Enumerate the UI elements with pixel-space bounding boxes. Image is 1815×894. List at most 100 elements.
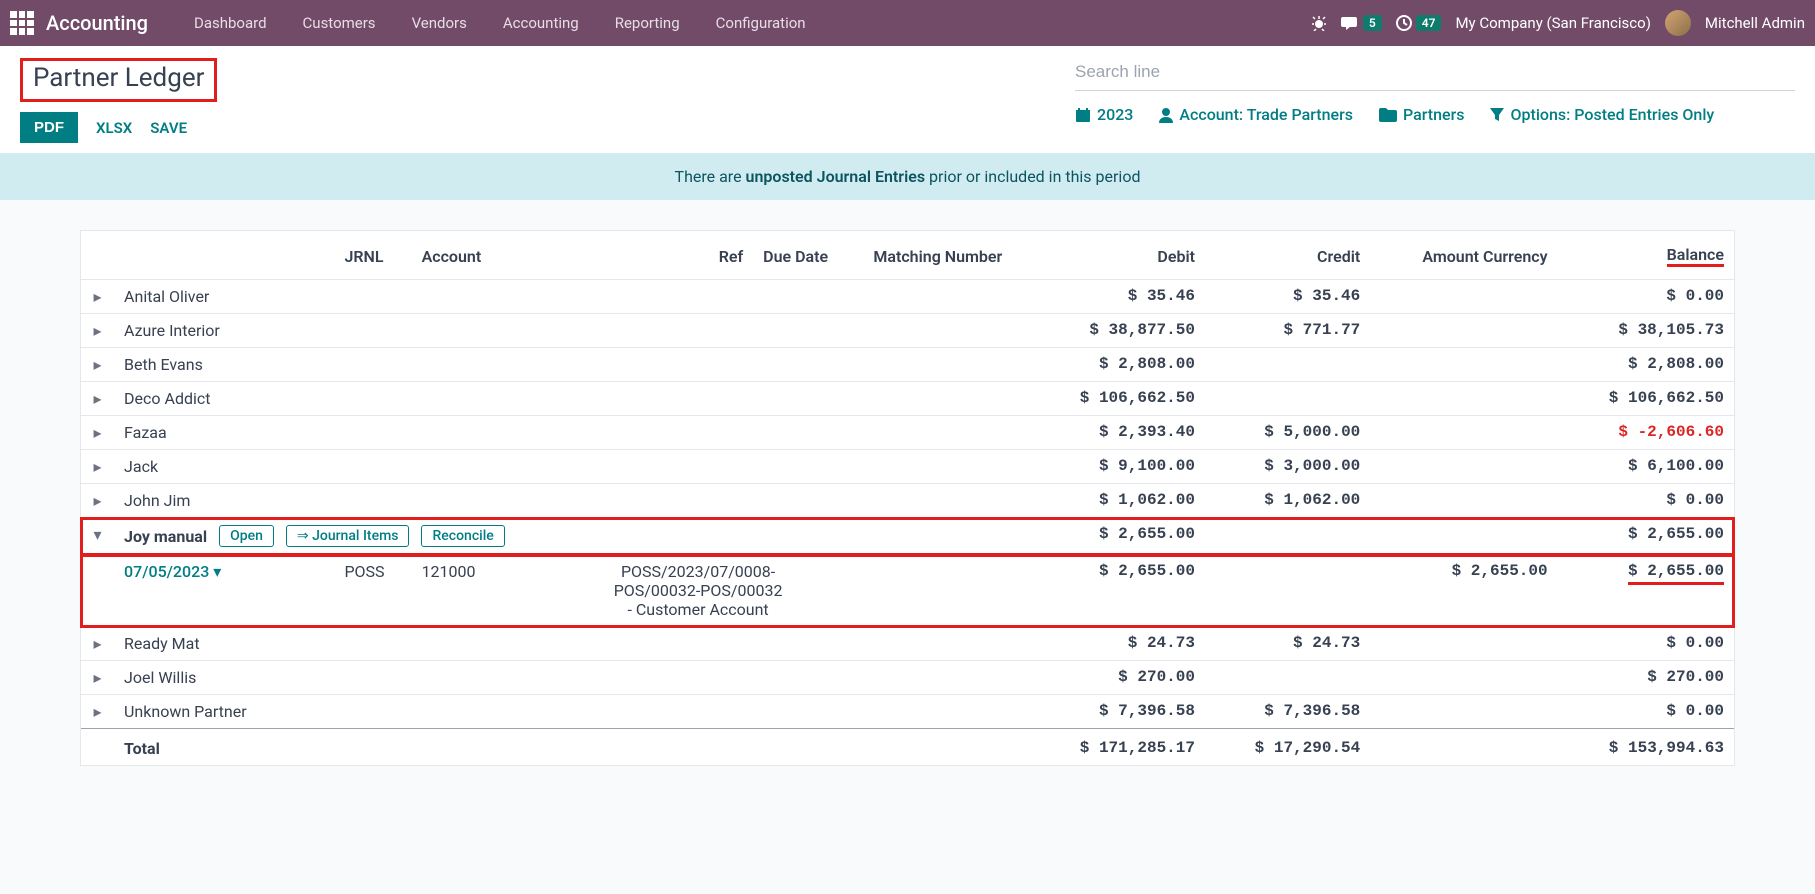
partner-row[interactable]: ▸ John Jim $ 1,062.00 $ 1,062.00 $ 0.00 (81, 484, 1734, 518)
collapse-caret[interactable]: ▾ (81, 518, 114, 555)
ledger-detail-row[interactable]: 07/05/2023 ▾ POSS 121000 POSS/2023/07/00… (81, 555, 1734, 627)
partner-name: Ready Mat (114, 627, 334, 661)
credit-cell: $ 24.73 (1205, 627, 1370, 661)
credit-cell (1205, 518, 1370, 555)
partner-row[interactable]: ▸ Beth Evans $ 2,808.00 $ 2,808.00 (81, 348, 1734, 382)
folder-icon (1379, 108, 1397, 122)
activities-button[interactable]: 47 (1396, 15, 1442, 31)
partner-row[interactable]: ▸ Anital Oliver $ 35.46 $ 35.46 $ 0.00 (81, 280, 1734, 314)
debit-cell: $ 35.46 (1040, 280, 1205, 314)
debit-cell: $ 24.73 (1040, 627, 1205, 661)
total-row: Total $ 171,285.17 $ 17,290.54 $ 153,994… (81, 729, 1734, 766)
save-button[interactable]: SAVE (150, 119, 187, 137)
warning-banner[interactable]: There are unposted Journal Entries prior… (0, 153, 1815, 200)
partner-row[interactable]: ▸ Ready Mat $ 24.73 $ 24.73 $ 0.00 (81, 627, 1734, 661)
partner-row[interactable]: ▸ Joel Willis $ 270.00 $ 270.00 (81, 661, 1734, 695)
balance-cell: $ 106,662.50 (1558, 382, 1734, 416)
entry-ref: POSS/2023/07/0008-POS/00032-POS/00032 - … (533, 555, 864, 627)
credit-cell (1205, 382, 1370, 416)
expand-caret[interactable]: ▸ (81, 314, 114, 348)
filter-date[interactable]: 2023 (1075, 105, 1133, 124)
report-card: JRNL Account Ref Due Date Matching Numbe… (80, 230, 1735, 766)
avatar[interactable] (1665, 10, 1691, 36)
messages-button[interactable]: 5 (1341, 15, 1382, 31)
balance-cell: $ -2,606.60 (1558, 416, 1734, 450)
entry-account: 121000 (412, 555, 533, 627)
partner-row[interactable]: ▸ Fazaa $ 2,393.40 $ 5,000.00 $ -2,606.6… (81, 416, 1734, 450)
search-input[interactable] (1075, 62, 1795, 82)
entry-date[interactable]: 07/05/2023 ▾ (114, 555, 334, 627)
expand-caret[interactable]: ▸ (81, 348, 114, 382)
expand-caret[interactable]: ▸ (81, 695, 114, 729)
partner-row-expanded[interactable]: ▾ Joy manual Open ⇒ Journal Items Reconc… (81, 518, 1734, 555)
partner-row[interactable]: ▸ Deco Addict $ 106,662.50 $ 106,662.50 (81, 382, 1734, 416)
expand-caret[interactable]: ▸ (81, 484, 114, 518)
debit-cell: $ 9,100.00 (1040, 450, 1205, 484)
debit-cell: $ 2,808.00 (1040, 348, 1205, 382)
expand-caret[interactable]: ▸ (81, 661, 114, 695)
open-pill[interactable]: Open (219, 525, 274, 547)
partner-row[interactable]: ▸ Jack $ 9,100.00 $ 3,000.00 $ 6,100.00 (81, 450, 1734, 484)
debit-cell: $ 38,877.50 (1040, 314, 1205, 348)
col-jrnl: JRNL (334, 231, 411, 280)
calendar-icon (1075, 107, 1091, 123)
credit-cell: $ 1,062.00 (1205, 484, 1370, 518)
partner-row[interactable]: ▸ Unknown Partner $ 7,396.58 $ 7,396.58 … (81, 695, 1734, 729)
col-due: Due Date (753, 231, 863, 280)
partner-name: Deco Addict (114, 382, 334, 416)
app-brand[interactable]: Accounting (46, 11, 148, 35)
nav-right: 5 47 My Company (San Francisco) Mitchell… (1311, 10, 1805, 36)
partner-name: Fazaa (114, 416, 334, 450)
page-title: Partner Ledger (33, 63, 204, 93)
credit-cell: $ 35.46 (1205, 280, 1370, 314)
control-panel: Partner Ledger PDF XLSX SAVE 2023 Accoun… (0, 46, 1815, 153)
expand-caret[interactable]: ▸ (81, 627, 114, 661)
journal-items-pill[interactable]: ⇒ Journal Items (286, 525, 410, 547)
col-ref: Ref (533, 231, 753, 280)
apps-icon[interactable] (10, 11, 34, 35)
bug-icon[interactable] (1311, 15, 1327, 31)
filter-account[interactable]: Account: Trade Partners (1159, 105, 1353, 124)
col-account: Account (412, 231, 533, 280)
credit-cell (1205, 348, 1370, 382)
balance-cell: $ 2,655.00 (1558, 555, 1734, 627)
col-match: Matching Number (863, 231, 1039, 280)
reconcile-pill[interactable]: Reconcile (421, 525, 504, 547)
user-menu[interactable]: Mitchell Admin (1705, 14, 1805, 32)
partner-row[interactable]: ▸ Azure Interior $ 38,877.50 $ 771.77 $ … (81, 314, 1734, 348)
credit-cell: $ 7,396.58 (1205, 695, 1370, 729)
balance-cell: $ 0.00 (1558, 280, 1734, 314)
nav-customers[interactable]: Customers (285, 14, 394, 32)
pdf-button[interactable]: PDF (20, 112, 78, 143)
expand-caret[interactable]: ▸ (81, 382, 114, 416)
debit-cell: $ 2,393.40 (1040, 416, 1205, 450)
balance-cell: $ 270.00 (1558, 661, 1734, 695)
activities-badge: 47 (1416, 15, 1442, 31)
balance-cell: $ 0.00 (1558, 695, 1734, 729)
nav-reporting[interactable]: Reporting (597, 14, 698, 32)
person-icon (1159, 107, 1173, 123)
nav-configuration[interactable]: Configuration (698, 14, 824, 32)
credit-cell: $ 5,000.00 (1205, 416, 1370, 450)
total-balance: $ 153,994.63 (1558, 729, 1734, 766)
balance-cell: $ 2,808.00 (1558, 348, 1734, 382)
filter-options[interactable]: Options: Posted Entries Only (1490, 105, 1714, 124)
partner-name: Azure Interior (114, 314, 334, 348)
xlsx-button[interactable]: XLSX (96, 119, 132, 137)
partner-name: Joy manual (124, 527, 207, 546)
credit-cell: $ 771.77 (1205, 314, 1370, 348)
debit-cell: $ 1,062.00 (1040, 484, 1205, 518)
balance-cell: $ 38,105.73 (1558, 314, 1734, 348)
partner-name: Anital Oliver (114, 280, 334, 314)
balance-cell: $ 0.00 (1558, 627, 1734, 661)
filter-partners[interactable]: Partners (1379, 105, 1465, 124)
nav-vendors[interactable]: Vendors (394, 14, 485, 32)
messages-badge: 5 (1363, 15, 1382, 31)
expand-caret[interactable]: ▸ (81, 450, 114, 484)
nav-dashboard[interactable]: Dashboard (176, 14, 285, 32)
nav-accounting[interactable]: Accounting (485, 14, 597, 32)
expand-caret[interactable]: ▸ (81, 416, 114, 450)
company-switcher[interactable]: My Company (San Francisco) (1455, 14, 1650, 32)
debit-cell: $ 2,655.00 (1040, 555, 1205, 627)
expand-caret[interactable]: ▸ (81, 280, 114, 314)
